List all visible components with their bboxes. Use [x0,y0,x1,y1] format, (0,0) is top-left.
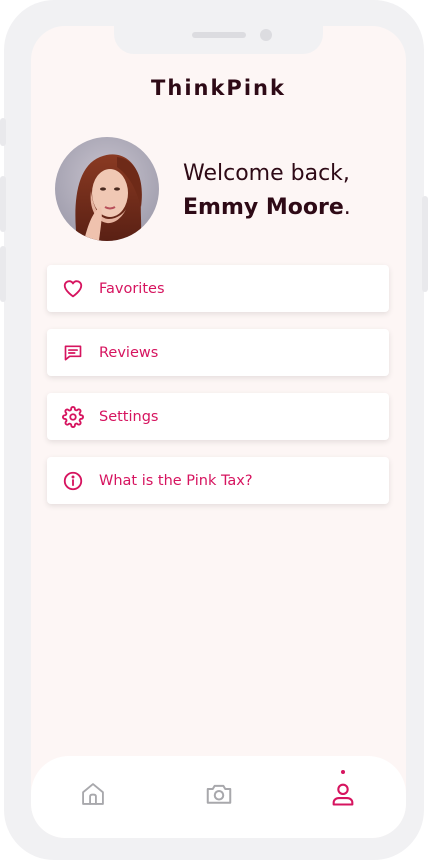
app-title: ThinkPink [151,76,286,100]
tab-home[interactable] [73,776,113,816]
volume-up-button [0,176,6,232]
menu-item-label: Settings [99,408,159,425]
menu-item-label: What is the Pink Tax? [99,472,253,489]
mute-switch [0,118,6,146]
speaker-grille [192,32,246,38]
tab-camera[interactable] [199,776,239,816]
phone-notch [114,18,323,54]
menu-item-reviews[interactable]: Reviews [47,329,389,376]
menu-item-pink-tax[interactable]: What is the Pink Tax? [47,457,389,504]
heart-icon [62,278,84,300]
welcome-greeting: Welcome back, [183,161,350,186]
volume-down-button [0,246,6,302]
info-icon [62,470,84,492]
tab-profile[interactable] [323,770,363,816]
menu-item-label: Reviews [99,344,159,361]
menu-item-settings[interactable]: Settings [47,393,389,440]
active-tab-indicator [341,770,345,774]
welcome-name-line: Emmy Moore. [183,191,351,225]
chat-icon [62,342,84,364]
avatar-photo [55,137,159,241]
welcome-message: Welcome back, Emmy Moore. [183,157,351,225]
menu-item-label: Favorites [99,280,165,297]
user-name-suffix: . [343,195,351,220]
phone-frame: ThinkPink Welcome back, Emmy Moore. Favo… [0,0,428,860]
front-camera [260,29,272,41]
camera-icon [204,779,234,813]
user-icon [329,780,357,812]
app-screen: ThinkPink Welcome back, Emmy Moore. Favo… [31,26,406,838]
user-name: Emmy Moore [183,195,344,220]
gear-icon [62,405,84,428]
home-icon [79,780,107,812]
avatar [55,137,159,241]
power-button [422,196,428,292]
bottom-tab-bar [31,756,406,838]
menu-item-favorites[interactable]: Favorites [47,265,389,312]
